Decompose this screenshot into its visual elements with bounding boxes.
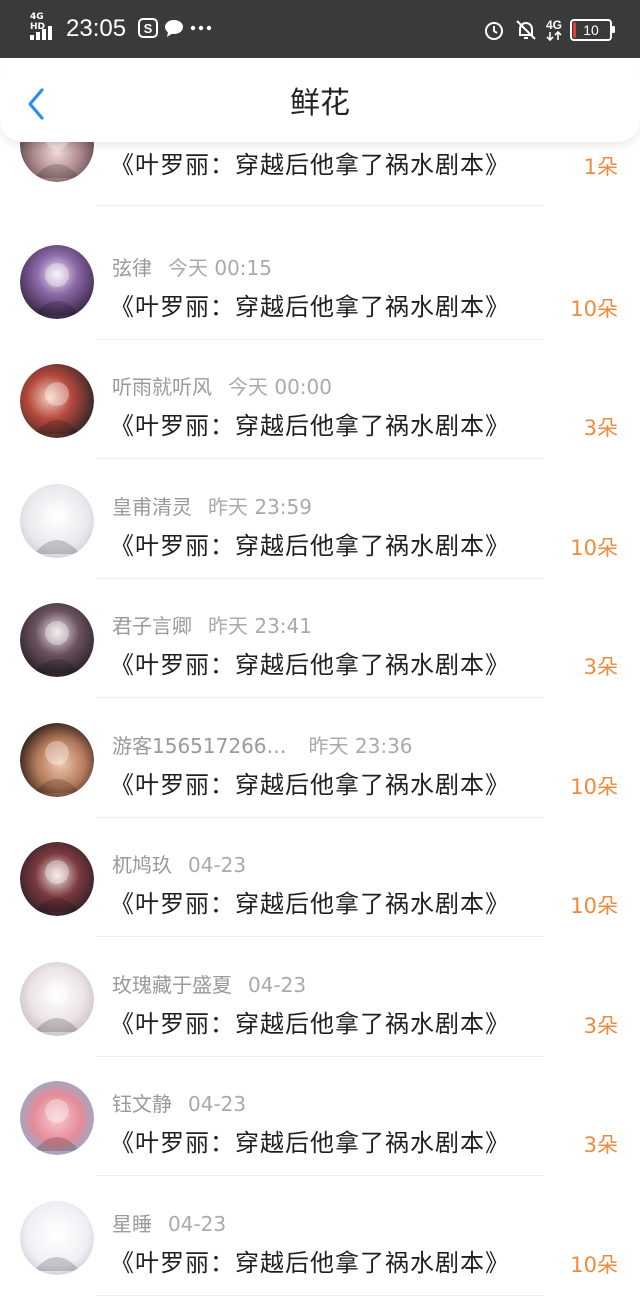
- list-item[interactable]: 钰文静 04-23 《叶罗丽：穿越后他拿了祸水剧本》 3朵: [0, 1056, 640, 1176]
- book-title[interactable]: 《叶罗丽：穿越后他拿了祸水剧本》: [110, 1007, 510, 1041]
- book-title[interactable]: 《叶罗丽：穿越后他拿了祸水剧本》: [110, 529, 510, 563]
- divider: [96, 205, 544, 206]
- book-title[interactable]: 《叶罗丽：穿越后他拿了祸水剧本》: [110, 1246, 510, 1280]
- flower-count: 10朵: [570, 1252, 618, 1277]
- flower-count: 10朵: [570, 774, 618, 799]
- avatar[interactable]: [20, 244, 94, 319]
- item-meta: 钰文静 04-23: [112, 1091, 246, 1117]
- book-title[interactable]: 《叶罗丽：穿越后他拿了祸水剧本》: [110, 1126, 510, 1160]
- flower-count: 3朵: [583, 416, 618, 440]
- flower-count: 3朵: [583, 655, 618, 679]
- avatar[interactable]: [20, 603, 94, 677]
- book-title[interactable]: 《叶罗丽：穿越后他拿了祸水剧本》: [110, 768, 510, 802]
- item-meta: 听雨就听风 今天 00:00: [112, 374, 332, 400]
- username[interactable]: 星睡: [112, 1212, 152, 1236]
- username[interactable]: 游客156517266…: [112, 734, 287, 758]
- username[interactable]: 君子言卿: [112, 614, 192, 638]
- item-meta: 星睡 04-23: [112, 1211, 226, 1237]
- timestamp: 04-23: [188, 853, 247, 877]
- avatar[interactable]: [20, 1081, 94, 1155]
- flower-count: 3朵: [583, 1133, 618, 1157]
- item-meta: 皇甫清灵 昨天 23:59: [112, 494, 312, 520]
- item-meta: 玫瑰藏于盛夏 04-23: [112, 972, 306, 998]
- book-title[interactable]: 《叶罗丽：穿越后他拿了祸水剧本》: [110, 290, 510, 324]
- avatar[interactable]: [20, 1200, 94, 1275]
- list-item[interactable]: 君子言卿 昨天 23:41 《叶罗丽：穿越后他拿了祸水剧本》 3朵: [0, 578, 640, 698]
- item-meta: 弦律 今天 00:15: [112, 255, 272, 281]
- list-item[interactable]: 星睡 04-23 《叶罗丽：穿越后他拿了祸水剧本》 10朵: [0, 1176, 640, 1296]
- username[interactable]: 钰文静: [112, 1092, 172, 1116]
- username[interactable]: 杌鸠玖: [112, 853, 172, 877]
- username[interactable]: 听雨就听风: [112, 375, 212, 399]
- list-item[interactable]: 弦律 今天 00:15 《叶罗丽：穿越后他拿了祸水剧本》 10朵: [0, 220, 640, 340]
- timestamp: 04-23: [188, 1092, 247, 1116]
- book-title[interactable]: 《叶罗丽：穿越后他拿了祸水剧本》: [110, 409, 510, 443]
- item-meta: 杌鸠玖 04-23: [112, 852, 246, 878]
- flower-count: 10朵: [570, 894, 618, 918]
- timestamp: 昨天 23:59: [208, 494, 312, 519]
- flower-count: 3朵: [583, 1013, 618, 1038]
- timestamp: 今天 00:00: [228, 375, 332, 399]
- flower-count: 10朵: [570, 535, 618, 560]
- avatar[interactable]: [20, 842, 94, 916]
- list-item[interactable]: 游客156517266… 昨天 23:36 《叶罗丽：穿越后他拿了祸水剧本》 10朵: [0, 698, 640, 818]
- divider: [96, 1294, 544, 1296]
- timestamp: 昨天 23:41: [208, 614, 312, 638]
- timestamp: 04-23: [168, 1211, 227, 1236]
- flower-list: 《叶罗丽：穿越后他拿了祸水剧本》 1朵弦律 今天 00:15 《叶罗丽：穿越后他拿了祸…: [0, 0, 640, 1296]
- timestamp: 04-23: [248, 972, 307, 997]
- book-title[interactable]: 《叶罗丽：穿越后他拿了祸水剧本》: [110, 887, 510, 921]
- list-item[interactable]: 听雨就听风 今天 00:00 《叶罗丽：穿越后他拿了祸水剧本》 3朵: [0, 339, 640, 459]
- page-title: 鲜花: [290, 86, 350, 121]
- list-item[interactable]: 杌鸠玖 04-23 《叶罗丽：穿越后他拿了祸水剧本》 10朵: [0, 817, 640, 937]
- username[interactable]: 玫瑰藏于盛夏: [112, 973, 232, 997]
- book-title[interactable]: 《叶罗丽：穿越后他拿了祸水剧本》: [110, 648, 510, 682]
- avatar[interactable]: [20, 722, 94, 797]
- nav-bar: 鲜花: [0, 58, 640, 142]
- book-title[interactable]: 《叶罗丽：穿越后他拿了祸水剧本》: [110, 148, 510, 182]
- avatar[interactable]: [20, 483, 94, 558]
- list-item[interactable]: 玫瑰藏于盛夏 04-23 《叶罗丽：穿越后他拿了祸水剧本》 3朵: [0, 937, 640, 1057]
- timestamp: 昨天 23:36: [308, 733, 413, 758]
- username[interactable]: 弦律: [112, 256, 152, 280]
- list-item[interactable]: 皇甫清灵 昨天 23:59 《叶罗丽：穿越后他拿了祸水剧本》 10朵: [0, 459, 640, 579]
- flower-count: 1朵: [583, 155, 618, 179]
- flower-count: 10朵: [570, 296, 618, 321]
- avatar[interactable]: [20, 364, 94, 438]
- username[interactable]: 皇甫清灵: [112, 495, 192, 519]
- avatar[interactable]: [20, 961, 94, 1036]
- item-meta: 游客156517266… 昨天 23:36: [112, 733, 413, 759]
- item-meta: 君子言卿 昨天 23:41: [112, 613, 312, 639]
- timestamp: 今天 00:15: [168, 255, 272, 280]
